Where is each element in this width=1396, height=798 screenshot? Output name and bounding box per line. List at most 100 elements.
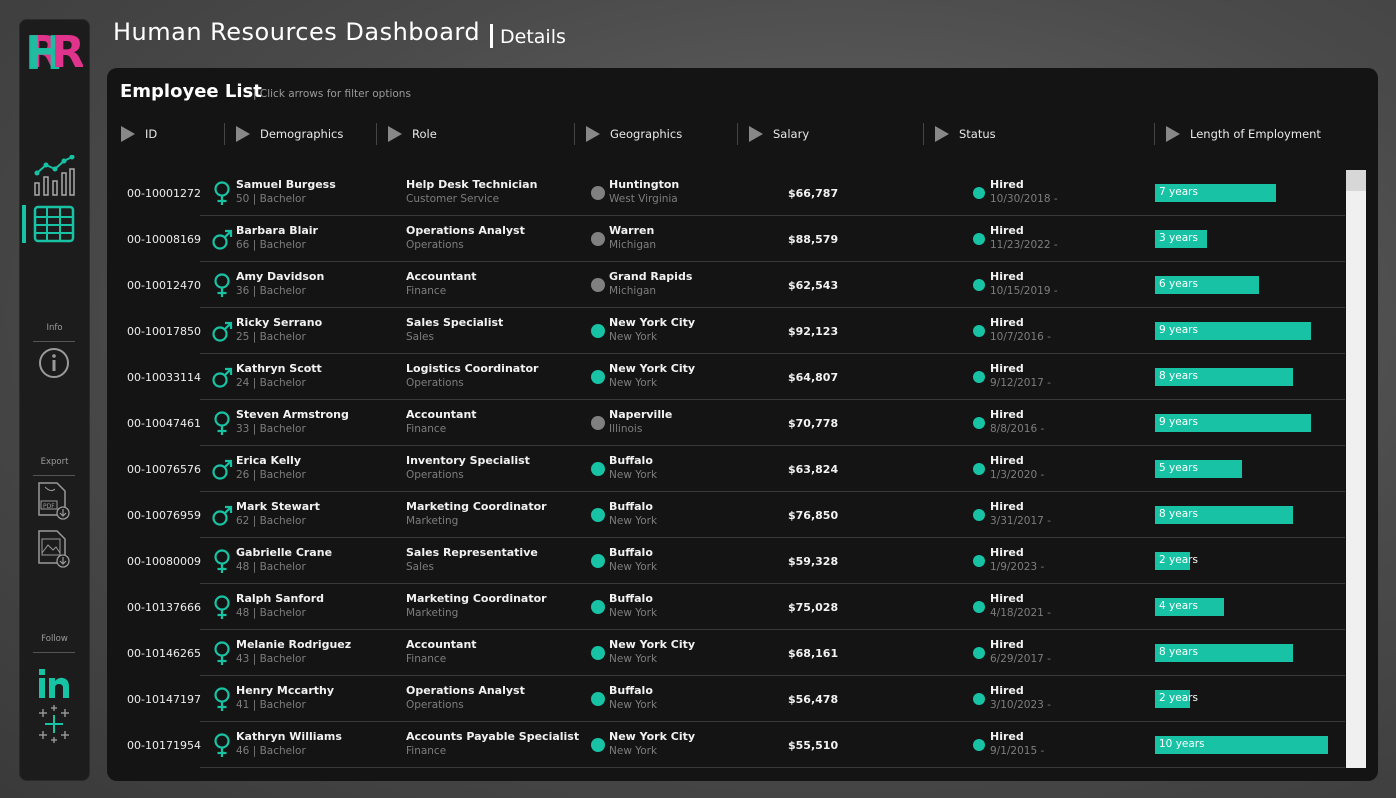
employee-id: 00-10171954 xyxy=(127,739,201,752)
female-icon xyxy=(211,548,233,574)
table-row[interactable]: 00-10146265 Melanie Rodriguez 43 | Bachelo… xyxy=(107,630,1347,676)
panel-title: Employee List xyxy=(120,81,262,102)
employment-length-label: 8 years xyxy=(1159,508,1198,520)
tableau-icon[interactable] xyxy=(33,703,75,745)
column-header-status[interactable]: Status xyxy=(935,124,996,144)
state: New York xyxy=(609,607,658,619)
column-header-length-of-employment[interactable]: Length of Employment xyxy=(1166,124,1321,144)
page-title: Human Resources Dashboard xyxy=(113,18,481,46)
male-icon xyxy=(211,502,233,528)
status-indicator xyxy=(973,325,985,337)
department: Operations xyxy=(406,377,464,389)
filter-arrow-icon[interactable] xyxy=(749,126,763,142)
location-indicator xyxy=(591,738,605,752)
state: New York xyxy=(609,377,658,389)
department: Operations xyxy=(406,239,464,251)
status-indicator xyxy=(973,693,985,705)
table-row[interactable]: 00-10012470 Amy Davidson 36 | Bachelor Acco… xyxy=(107,262,1347,308)
salary: $55,510 xyxy=(788,739,839,752)
filter-arrow-icon[interactable] xyxy=(388,126,402,142)
salary: $59,328 xyxy=(788,555,839,568)
department: Sales xyxy=(406,561,434,573)
status-indicator xyxy=(973,233,985,245)
table-icon[interactable] xyxy=(33,203,75,245)
column-header-salary[interactable]: Salary xyxy=(749,124,809,144)
location-indicator xyxy=(591,324,605,338)
age-education: 36 | Bachelor xyxy=(236,285,306,297)
city: Buffalo xyxy=(609,684,653,697)
scrollbar[interactable] xyxy=(1346,170,1366,768)
table-row[interactable]: 00-10147197 Henry Mccarthy 41 | Bachelor Op… xyxy=(107,676,1347,722)
location-indicator xyxy=(591,646,605,660)
linkedin-icon[interactable] xyxy=(33,665,75,707)
table-row[interactable]: 00-10076576 Erica Kelly 26 | Bachelor Inven… xyxy=(107,446,1347,492)
age-education: 50 | Bachelor xyxy=(236,193,306,205)
location-indicator xyxy=(591,416,605,430)
table-row[interactable]: 00-10137666 Ralph Sanford 48 | Bachelor Mar… xyxy=(107,584,1347,630)
employment-status: Hired xyxy=(990,546,1024,559)
table-row[interactable]: 00-10033114 Kathryn Scott 24 | Bachelor Log… xyxy=(107,354,1347,400)
column-header-role[interactable]: Role xyxy=(388,124,437,144)
table-row[interactable]: 00-10017850 Ricky Serrano 25 | Bachelor Sal… xyxy=(107,308,1347,354)
column-header-id[interactable]: ID xyxy=(121,124,157,144)
filter-arrow-icon[interactable] xyxy=(121,126,135,142)
active-nav-indicator xyxy=(22,205,26,243)
table-row[interactable]: 00-10080009 Gabrielle Crane 48 | Bachelor S… xyxy=(107,538,1347,584)
status-indicator xyxy=(973,647,985,659)
hire-date: 6/29/2017 - xyxy=(990,653,1051,665)
column-header-demographics[interactable]: Demographics xyxy=(236,124,343,144)
employee-id: 00-10146265 xyxy=(127,647,201,660)
male-icon xyxy=(211,456,233,482)
hire-date: 8/8/2016 - xyxy=(990,423,1045,435)
employee-list-panel: Employee List | Click arrows for filter … xyxy=(107,68,1378,781)
location-indicator xyxy=(591,600,605,614)
age-education: 66 | Bachelor xyxy=(236,239,306,251)
job-title: Accountant xyxy=(406,638,477,651)
filter-arrow-icon[interactable] xyxy=(935,126,949,142)
pdf-download-icon[interactable]: PDF xyxy=(33,479,75,521)
department: Finance xyxy=(406,285,447,297)
filter-arrow-icon[interactable] xyxy=(1166,126,1180,142)
table-row[interactable]: 00-10171954 Kathryn Williams 46 | Bachelor… xyxy=(107,722,1347,768)
info-icon[interactable] xyxy=(33,343,75,385)
state: Michigan xyxy=(609,285,657,297)
salary: $62,543 xyxy=(788,279,839,292)
department: Operations xyxy=(406,699,464,711)
hire-date: 3/31/2017 - xyxy=(990,515,1051,527)
image-download-icon[interactable] xyxy=(33,527,75,569)
table-row[interactable]: 00-10001272 Samuel Burgess 50 | Bachelor He… xyxy=(107,170,1347,216)
column-header-geographics[interactable]: Geographics xyxy=(586,124,682,144)
department: Marketing xyxy=(406,607,459,619)
state: New York xyxy=(609,515,658,527)
female-icon xyxy=(211,732,233,758)
age-education: 25 | Bachelor xyxy=(236,331,306,343)
employment-length-label: 5 years xyxy=(1159,462,1198,474)
line-chart-icon[interactable] xyxy=(33,155,75,197)
state: Michigan xyxy=(609,239,657,251)
table-row[interactable]: 00-10047461 Steven Armstrong 33 | Bachelor… xyxy=(107,400,1347,446)
employee-name: Mark Stewart xyxy=(236,500,320,513)
employee-name: Gabrielle Crane xyxy=(236,546,333,559)
scrollbar-thumb[interactable] xyxy=(1346,170,1366,191)
location-indicator xyxy=(591,278,605,292)
department: Operations xyxy=(406,469,464,481)
follow-divider xyxy=(33,652,75,653)
table-row[interactable]: 00-10076959 Mark Stewart 62 | Bachelor Mark… xyxy=(107,492,1347,538)
hire-date: 1/3/2020 - xyxy=(990,469,1045,481)
city: Naperville xyxy=(609,408,673,421)
employee-id: 00-10076959 xyxy=(127,509,201,522)
job-title: Operations Analyst xyxy=(406,684,525,697)
state: New York xyxy=(609,331,658,343)
filter-arrow-icon[interactable] xyxy=(236,126,250,142)
job-title: Sales Specialist xyxy=(406,316,504,329)
status-indicator xyxy=(973,417,985,429)
filter-arrow-icon[interactable] xyxy=(586,126,600,142)
city: New York City xyxy=(609,730,696,743)
employee-id: 00-10017850 xyxy=(127,325,201,338)
column-divider xyxy=(1154,123,1155,145)
hire-date: 1/9/2023 - xyxy=(990,561,1045,573)
salary: $68,161 xyxy=(788,647,839,660)
department: Finance xyxy=(406,653,447,665)
export-divider xyxy=(33,475,75,476)
table-row[interactable]: 00-10008169 Barbara Blair 66 | Bachelor Ope… xyxy=(107,216,1347,262)
